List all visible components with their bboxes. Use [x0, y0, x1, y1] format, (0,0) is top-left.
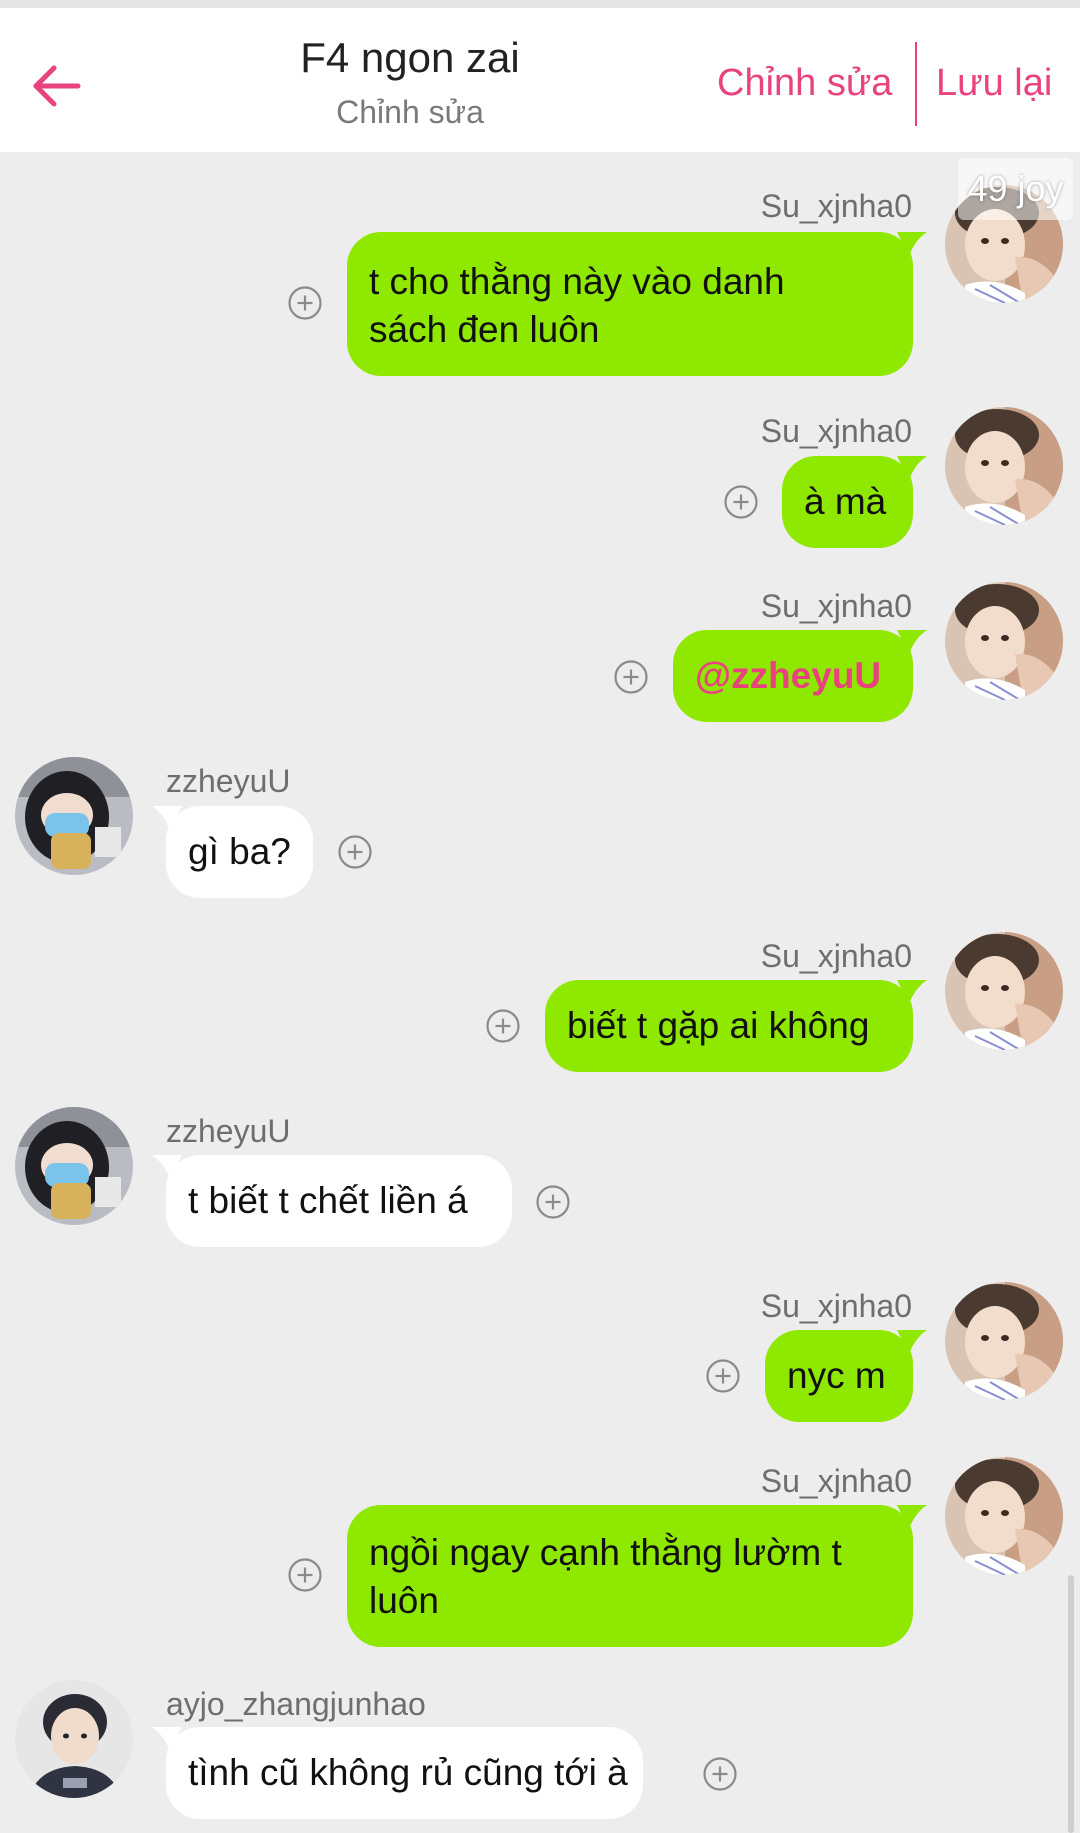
sender-name: zzheyuU — [166, 1113, 291, 1149]
add-reaction-icon[interactable] — [705, 1358, 741, 1394]
message-bubble[interactable]: gì ba? — [152, 806, 313, 898]
bubble-tail — [897, 232, 927, 256]
bubble-tail — [152, 1727, 182, 1751]
status-strip — [0, 0, 1080, 8]
message-bubble[interactable]: tình cũ không rủ cũng tới à — [152, 1727, 643, 1819]
message-text: sách đen luôn — [369, 309, 600, 350]
bubble-tail — [897, 630, 927, 654]
message-text: tình cũ không rủ cũng tới à — [188, 1752, 628, 1793]
avatar[interactable] — [15, 757, 133, 875]
add-reaction-icon[interactable] — [287, 1557, 323, 1593]
message-text: à mà — [804, 481, 887, 522]
sender-name: Su_xjnha0 — [760, 588, 912, 624]
edit-button[interactable]: Chỉnh sửa — [717, 62, 892, 105]
avatar[interactable] — [15, 1680, 133, 1798]
bubble-tail — [897, 1505, 927, 1529]
header-bar: F4 ngon zai Chỉnh sửa Chỉnh sửa Lưu lại — [0, 8, 1080, 152]
sender-name: ayjo_zhangjunhao — [166, 1686, 426, 1722]
sender-name: Su_xjnha0 — [760, 1288, 912, 1324]
add-reaction-icon[interactable] — [535, 1184, 571, 1220]
message-bubble[interactable]: @zzheyuU — [673, 630, 927, 722]
message-text: t cho thằng này vào danh — [369, 261, 785, 302]
avatar[interactable] — [945, 1457, 1063, 1575]
message-bubble[interactable]: nyc m — [765, 1330, 927, 1422]
sender-name: zzheyuU — [166, 763, 291, 799]
message-bubble[interactable]: t cho thằng này vào danh sách đen luôn — [347, 232, 927, 376]
add-reaction-icon[interactable] — [287, 285, 323, 321]
message-bubble[interactable]: biết t gặp ai không — [545, 980, 927, 1072]
message-bubble[interactable]: ngồi ngay cạnh thằng lườm t luôn — [347, 1505, 927, 1647]
message-text: biết t gặp ai không — [567, 1005, 870, 1046]
bubble-tail — [897, 1330, 927, 1354]
add-reaction-icon[interactable] — [485, 1008, 521, 1044]
arrow-left-icon — [33, 65, 81, 107]
add-reaction-icon[interactable] — [702, 1756, 738, 1792]
scrollbar[interactable] — [1068, 1575, 1074, 1833]
bubble-tail — [897, 980, 927, 1004]
message-bubble[interactable]: t biết t chết liền á — [152, 1155, 512, 1247]
bubble-tail — [897, 456, 927, 480]
add-reaction-icon[interactable] — [723, 484, 759, 520]
message-text: t biết t chết liền á — [188, 1180, 468, 1221]
back-button[interactable] — [28, 56, 88, 116]
message-text: luôn — [369, 1580, 439, 1621]
save-button[interactable]: Lưu lại — [936, 62, 1052, 105]
sender-name: Su_xjnha0 — [760, 188, 912, 224]
sender-name: Su_xjnha0 — [760, 938, 912, 974]
page-title: F4 ngon zai — [300, 34, 520, 81]
sender-name: Su_xjnha0 — [760, 413, 912, 449]
mention-link[interactable]: @zzheyuU — [695, 652, 913, 700]
add-reaction-icon[interactable] — [337, 834, 373, 870]
add-reaction-icon[interactable] — [613, 659, 649, 695]
bubble-tail — [152, 806, 182, 830]
avatar[interactable] — [945, 582, 1063, 700]
avatar[interactable] — [945, 1282, 1063, 1400]
message-bubble[interactable]: à mà — [782, 456, 927, 548]
header-divider — [915, 42, 917, 126]
page-subtitle: Chỉnh sửa — [336, 94, 484, 130]
sender-name: Su_xjnha0 — [760, 1463, 912, 1499]
message-text: nyc m — [787, 1355, 886, 1396]
avatar[interactable] — [15, 1107, 133, 1225]
message-text: gì ba? — [188, 831, 291, 872]
avatar[interactable] — [945, 932, 1063, 1050]
avatar[interactable] — [945, 407, 1063, 525]
message-text: ngồi ngay cạnh thằng lườm t — [369, 1532, 842, 1573]
joy-badge: 49 joy — [958, 158, 1073, 220]
bubble-tail — [152, 1155, 182, 1179]
